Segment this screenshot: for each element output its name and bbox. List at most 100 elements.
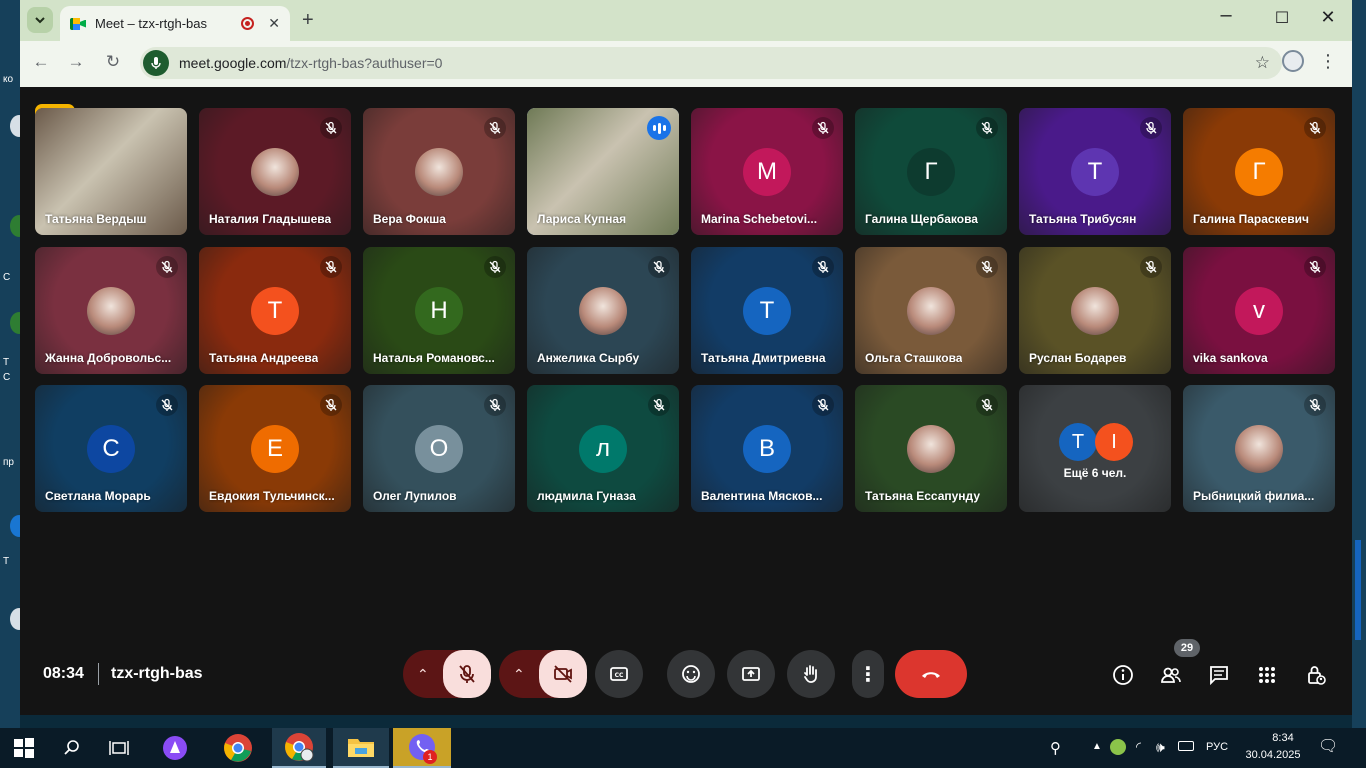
participant-name: Ольга Сташкова — [865, 351, 963, 365]
present-screen-button[interactable] — [727, 650, 775, 698]
input-language[interactable]: РУС — [1206, 741, 1228, 753]
bookmark-star-icon[interactable]: ☆ — [1255, 53, 1270, 73]
participant-name: Татьяна Андреева — [209, 351, 319, 365]
camera-control-group: ⌃ — [499, 650, 587, 698]
taskbar-date[interactable]: 30.04.2025 — [1238, 749, 1308, 761]
participant-name: Лариса Купная — [537, 212, 627, 226]
participant-avatar-photo — [415, 148, 463, 196]
participant-tile[interactable]: В Валентина Мясков... — [691, 385, 843, 512]
address-bar[interactable]: meet.google.com/tzx-rtgh-bas?authuser=0 … — [140, 47, 1282, 79]
participant-tile[interactable]: Е Евдокия Тульчинск... — [199, 385, 351, 512]
profile-avatar[interactable] — [1282, 50, 1304, 72]
participant-tile[interactable]: Г Галина Параскевич — [1183, 108, 1335, 235]
browser-menu-icon[interactable]: ⋮ — [1318, 51, 1338, 72]
mic-off-icon — [1304, 256, 1326, 278]
participant-name: Валентина Мясков... — [701, 489, 823, 503]
chat-button[interactable] — [1206, 662, 1232, 688]
taskbar-clock[interactable]: 8:34 — [1258, 732, 1308, 744]
participant-tile[interactable]: Ольга Сташкова — [855, 247, 1007, 374]
reload-icon[interactable]: ↻ — [101, 52, 125, 72]
chrome-taskbar-pinned[interactable] — [214, 728, 262, 768]
battery-icon[interactable] — [1178, 741, 1194, 751]
present-icon — [742, 667, 760, 681]
participant-name: Рыбницкий филиа... — [1193, 489, 1315, 503]
participant-tile[interactable]: Лариса Купная — [527, 108, 679, 235]
more-options-button[interactable]: ⋮ — [852, 650, 884, 698]
camera-toggle-button[interactable] — [539, 650, 587, 698]
activities-button[interactable] — [1254, 662, 1280, 688]
participant-tile[interactable]: О Олег Лупилов — [363, 385, 515, 512]
chrome-taskbar-active[interactable] — [272, 728, 326, 768]
mic-off-icon — [976, 256, 998, 278]
participant-tile[interactable]: Г Галина Щербакова — [855, 108, 1007, 235]
mic-in-use-icon[interactable] — [143, 50, 169, 76]
participant-tile[interactable]: Руслан Бодарев — [1019, 247, 1171, 374]
people-tray-icon[interactable]: ⚲ — [1050, 739, 1061, 757]
captions-icon: CC — [610, 667, 628, 681]
host-controls-lock-button[interactable] — [1303, 662, 1329, 688]
apps-grid-icon — [1259, 667, 1275, 683]
end-call-button[interactable] — [895, 650, 967, 698]
viber-taskbar[interactable]: 1 — [393, 728, 451, 768]
participant-tile[interactable]: Татьяна Вердыш — [35, 108, 187, 235]
participant-tile[interactable]: Рыбницкий филиа... — [1183, 385, 1335, 512]
browser-tab[interactable]: Meet – tzx-rtgh-bas ✕ — [60, 6, 290, 41]
participant-name: Татьяна Трибусян — [1029, 212, 1137, 226]
mic-off-icon — [156, 394, 178, 416]
participant-tile[interactable]: v vika sankova — [1183, 247, 1335, 374]
participant-tile[interactable]: Татьяна Ессапунду — [855, 385, 1007, 512]
window-close-icon[interactable]: ✕ — [1316, 7, 1340, 28]
tab-close-icon[interactable]: ✕ — [268, 15, 280, 32]
participant-tile[interactable]: Т Татьяна Дмитриевна — [691, 247, 843, 374]
mic-off-icon — [648, 256, 670, 278]
participant-tile[interactable]: Жанна Добровольс... — [35, 247, 187, 374]
participant-avatar-photo — [1071, 287, 1119, 335]
captions-button[interactable]: CC — [595, 650, 643, 698]
meeting-info-button[interactable] — [1110, 662, 1136, 688]
participants-count-badge: 29 — [1174, 639, 1200, 657]
show-hidden-icons-icon[interactable]: ▲ — [1092, 741, 1102, 752]
tab-search-button[interactable] — [27, 7, 53, 33]
meeting-code: tzx-rtgh-bas — [111, 665, 203, 682]
audio-options-chevron-icon[interactable]: ⌃ — [417, 666, 429, 683]
wifi-icon[interactable]: ◜ — [1136, 739, 1141, 755]
new-tab-icon[interactable]: + — [302, 9, 314, 32]
tray-app-icon[interactable] — [1110, 739, 1126, 755]
notifications-icon[interactable]: 🗨 — [1318, 736, 1338, 756]
participant-tile[interactable]: Т Татьяна Андреева — [199, 247, 351, 374]
participant-tile[interactable]: M Marina Schebetovi... — [691, 108, 843, 235]
participant-tile[interactable]: Н Наталья Романовс... — [363, 247, 515, 374]
participant-tile[interactable]: Наталия Гладышева — [199, 108, 351, 235]
mic-off-icon — [459, 665, 475, 683]
hand-icon — [804, 665, 817, 683]
mic-toggle-button[interactable] — [443, 650, 491, 698]
participant-tile[interactable]: Анжелика Сырбу — [527, 247, 679, 374]
url-path: /tzx-rtgh-bas?authuser=0 — [286, 55, 443, 71]
mic-control-group: ⌃ — [403, 650, 491, 698]
participant-tile[interactable]: Т Татьяна Трибусян — [1019, 108, 1171, 235]
forward-icon[interactable]: → — [64, 52, 88, 72]
maximize-icon[interactable]: ☐ — [1270, 8, 1294, 28]
participant-name: Татьяна Ессапунду — [865, 489, 980, 503]
participant-tile[interactable]: Вера Фокша — [363, 108, 515, 235]
participant-tile[interactable]: л людмила Гуназа — [527, 385, 679, 512]
search-taskbar-button[interactable] — [50, 728, 94, 768]
start-button[interactable] — [0, 728, 48, 768]
video-options-chevron-icon[interactable]: ⌃ — [513, 666, 525, 683]
task-view-button[interactable] — [96, 728, 142, 768]
minimize-icon[interactable]: – — [1214, 4, 1238, 27]
participant-name: Руслан Бодарев — [1029, 351, 1127, 365]
people-button[interactable] — [1158, 662, 1184, 688]
file-explorer-taskbar[interactable] — [333, 728, 389, 768]
volume-icon[interactable]: 🕪 — [1156, 739, 1165, 756]
raise-hand-button[interactable] — [787, 650, 835, 698]
reactions-button[interactable] — [667, 650, 715, 698]
desktop-label: пр — [3, 457, 14, 468]
mic-off-icon — [320, 394, 342, 416]
mic-off-icon — [484, 256, 506, 278]
participant-name: Marina Schebetovi... — [701, 212, 818, 226]
alice-app[interactable] — [152, 728, 198, 768]
back-icon[interactable]: ← — [29, 52, 53, 72]
participant-tile[interactable]: С Светлана Морарь — [35, 385, 187, 512]
more-participants-tile[interactable]: Т I Ещё 6 чел. — [1019, 385, 1171, 512]
